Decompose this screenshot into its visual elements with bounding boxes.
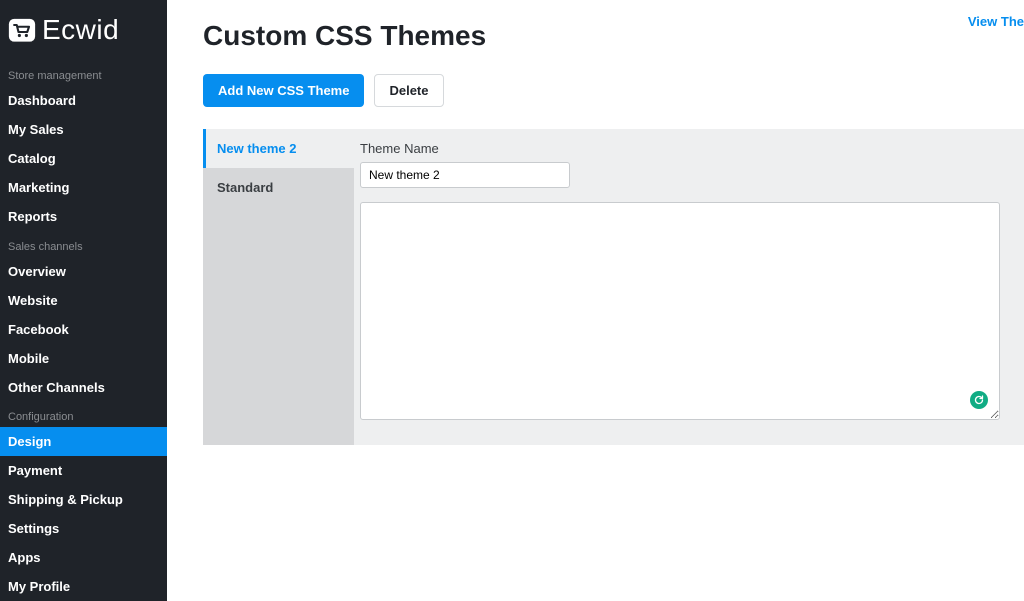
theme-list-fill <box>203 207 354 445</box>
add-new-css-theme-button[interactable]: Add New CSS Theme <box>203 74 364 107</box>
nav-design[interactable]: Design <box>0 427 167 456</box>
theme-list: New theme 2 Standard <box>203 129 354 445</box>
nav-shipping-pickup[interactable]: Shipping & Pickup <box>0 485 167 514</box>
action-row: Add New CSS Theme Delete <box>203 74 1024 107</box>
nav-payment[interactable]: Payment <box>0 456 167 485</box>
section-configuration: Configuration <box>0 403 167 427</box>
theme-list-item[interactable]: Standard <box>203 168 354 207</box>
cart-icon <box>8 18 36 42</box>
theme-editor: Theme Name <box>354 129 1024 445</box>
nav-apps[interactable]: Apps <box>0 543 167 572</box>
nav-my-profile[interactable]: My Profile <box>0 572 167 601</box>
sidebar: Ecwid Store management Dashboard My Sale… <box>0 0 167 601</box>
nav-reports[interactable]: Reports <box>0 202 167 231</box>
themes-panel: New theme 2 Standard Theme Name <box>203 129 1024 445</box>
nav-my-sales[interactable]: My Sales <box>0 115 167 144</box>
nav-facebook[interactable]: Facebook <box>0 315 167 344</box>
section-sales-channels: Sales channels <box>0 233 167 257</box>
page-title: Custom CSS Themes <box>203 20 1024 52</box>
logo-text: Ecwid <box>42 14 119 46</box>
nav-marketing[interactable]: Marketing <box>0 173 167 202</box>
theme-list-item-active[interactable]: New theme 2 <box>203 129 354 168</box>
nav-other-channels[interactable]: Other Channels <box>0 373 167 402</box>
theme-name-label: Theme Name <box>360 141 1000 156</box>
nav-website[interactable]: Website <box>0 286 167 315</box>
nav-settings[interactable]: Settings <box>0 514 167 543</box>
css-textarea[interactable] <box>360 202 1000 420</box>
nav-catalog[interactable]: Catalog <box>0 144 167 173</box>
section-store-management: Store management <box>0 62 167 86</box>
main-content: View The Custom CSS Themes Add New CSS T… <box>167 0 1024 601</box>
nav-dashboard[interactable]: Dashboard <box>0 86 167 115</box>
theme-name-input[interactable] <box>360 162 570 188</box>
logo[interactable]: Ecwid <box>0 0 167 62</box>
nav-mobile[interactable]: Mobile <box>0 344 167 373</box>
delete-button[interactable]: Delete <box>374 74 443 107</box>
nav-overview[interactable]: Overview <box>0 257 167 286</box>
view-the-link[interactable]: View The <box>968 14 1024 29</box>
